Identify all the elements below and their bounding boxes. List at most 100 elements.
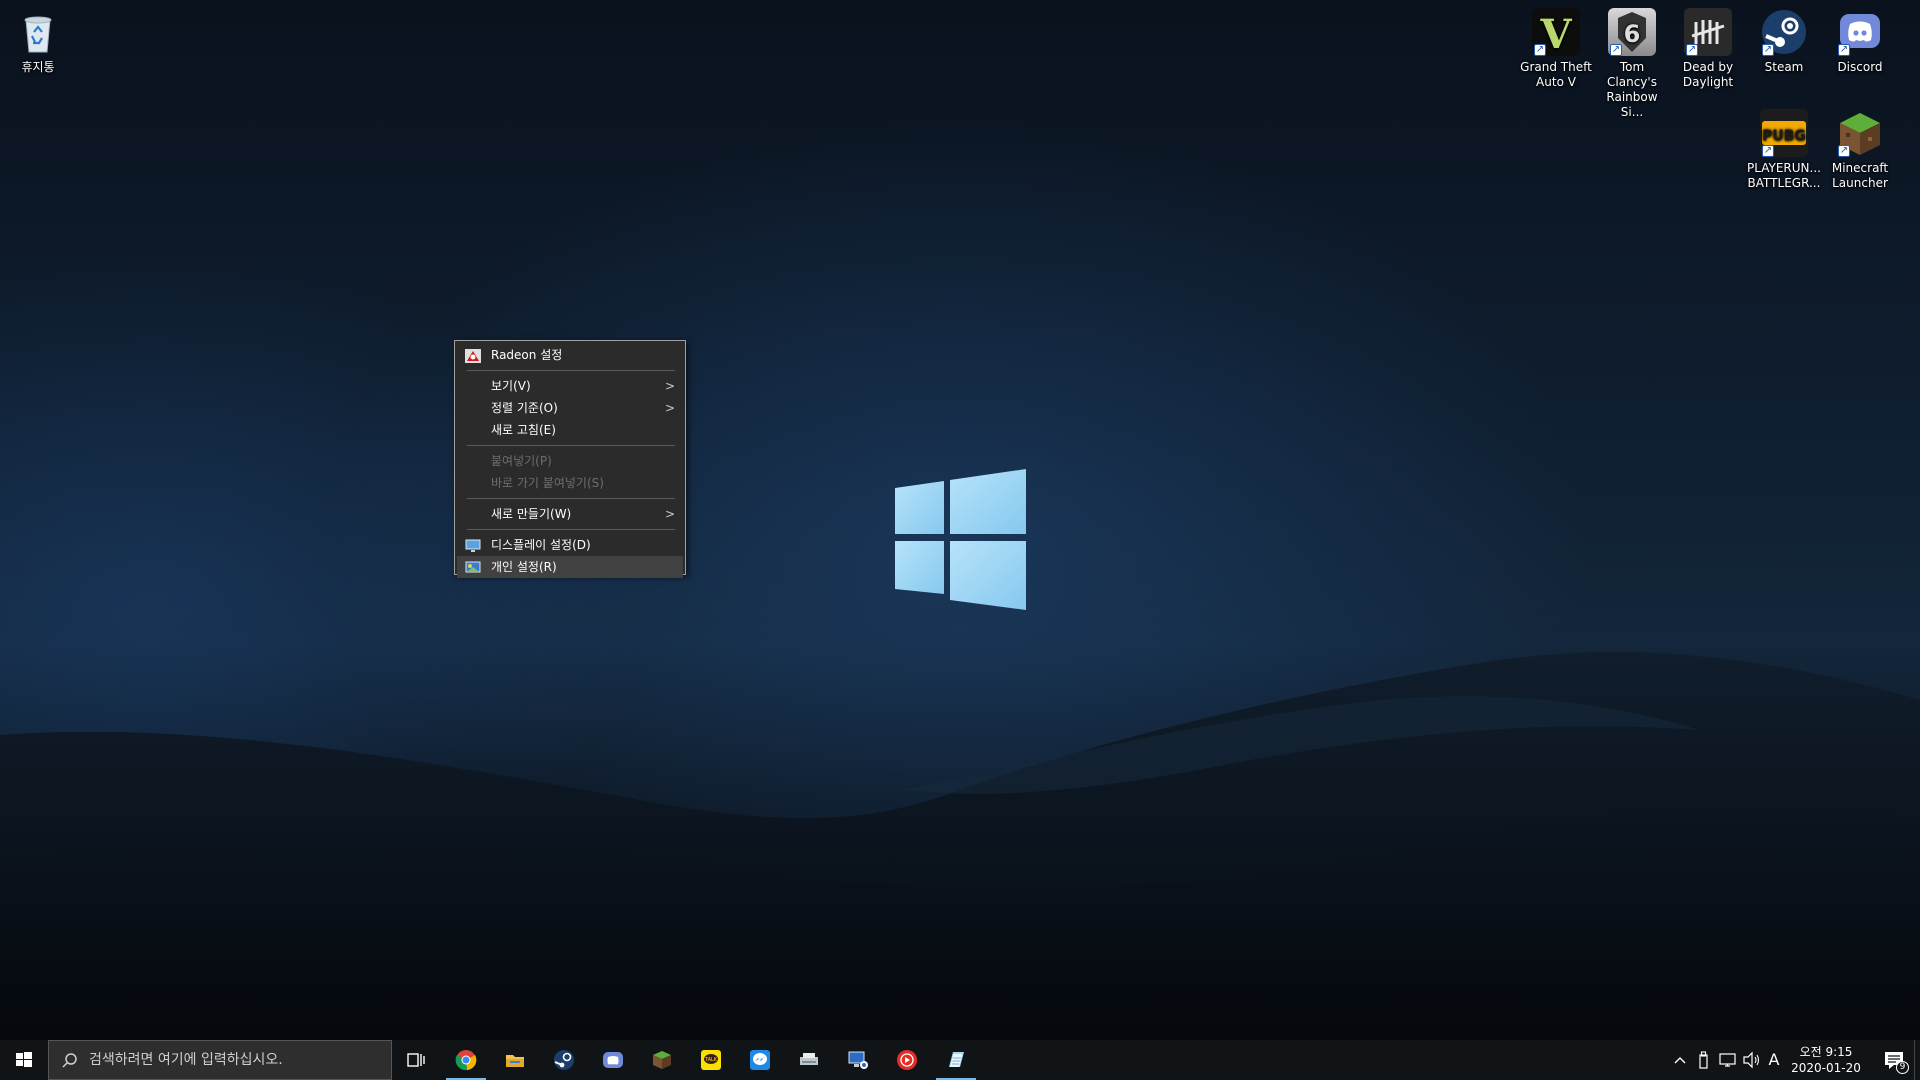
task-view-icon (407, 1053, 425, 1067)
taskbar-remote-desktop[interactable] (834, 1040, 882, 1080)
menu-item-label: 디스플레이 설정(D) (491, 538, 591, 552)
desktop-icon-discord[interactable]: ↗ Discord (1823, 8, 1897, 75)
show-desktop-button[interactable] (1914, 1040, 1920, 1080)
menu-item-sort-by[interactable]: 정렬 기준(O) > (457, 397, 683, 419)
desktop-icon-recycle-bin[interactable]: 휴지통 (1, 8, 75, 75)
menu-item-view[interactable]: 보기(V) > (457, 375, 683, 397)
taskbar-notepad[interactable] (932, 1040, 980, 1080)
taskbar-clock[interactable]: 오전 9:15 2020-01-20 (1778, 1044, 1874, 1076)
menu-separator (467, 370, 675, 371)
desktop-icon-label: Discord (1837, 60, 1883, 74)
menu-separator (467, 498, 675, 499)
network-icon (1719, 1053, 1736, 1067)
desktop-icon-steam[interactable]: ↗ Steam (1747, 8, 1821, 75)
desktop-icon-label: Dead by Daylight (1682, 60, 1734, 89)
shortcut-arrow-icon: ↗ (1838, 44, 1850, 56)
search-icon (62, 1053, 77, 1068)
desktop-icon-minecraft[interactable]: ↗ Minecraft Launcher (1823, 109, 1897, 191)
desktop-icon-label: Grand Theft Auto V (1520, 60, 1592, 89)
search-placeholder: 검색하려면 여기에 입력하십시오. (89, 1052, 283, 1068)
desktop-icon-label: 휴지통 (21, 60, 55, 74)
clock-time: 오전 9:15 (1799, 1045, 1853, 1059)
svg-text:TALK: TALK (704, 1057, 718, 1063)
tray-usb[interactable] (1692, 1040, 1716, 1080)
notification-icon (1885, 1052, 1903, 1069)
recycle-bin-icon (14, 8, 62, 56)
menu-item-label: Radeon 설정 (491, 348, 563, 362)
menu-separator (467, 529, 675, 530)
menu-item-label: 새로 고침(E) (491, 423, 556, 437)
shortcut-arrow-icon: ↗ (1762, 145, 1774, 157)
volume-icon (1743, 1051, 1760, 1069)
menu-item-display-settings[interactable]: 디스플레이 설정(D) (457, 534, 683, 556)
tray-network[interactable] (1716, 1040, 1740, 1080)
taskbar-chrome[interactable] (442, 1040, 490, 1080)
menu-item-paste-shortcut: 바로 가기 붙여넣기(S) (457, 472, 683, 494)
menu-item-paste: 붙여넣기(P) (457, 450, 683, 472)
menu-item-label: 개인 설정(R) (491, 560, 557, 574)
taskbar-youtube-music[interactable] (883, 1040, 931, 1080)
taskbar-minecraft[interactable] (638, 1040, 686, 1080)
shortcut-arrow-icon: ↗ (1762, 44, 1774, 56)
steam-icon (554, 1050, 574, 1070)
menu-item-refresh[interactable]: 새로 고침(E) (457, 419, 683, 441)
menu-item-label: 바로 가기 붙여넣기(S) (491, 476, 604, 490)
desktop-icon-rainbow-six[interactable]: 6 ↗ Tom Clancy's Rainbow Si... (1595, 8, 1669, 120)
tray-volume[interactable] (1740, 1040, 1764, 1080)
chevron-right-icon: > (664, 507, 675, 521)
remote-desktop-icon (848, 1051, 868, 1069)
discord-icon (603, 1052, 623, 1068)
clock-date: 2020-01-20 (1791, 1061, 1861, 1075)
desktop-icon-gta-v[interactable]: V ↗ Grand Theft Auto V (1519, 8, 1593, 90)
windows-logo (895, 469, 1026, 610)
svg-text:PUBG: PUBG (1762, 128, 1806, 144)
file-explorer-icon (506, 1055, 524, 1067)
chrome-icon (455, 1050, 477, 1071)
minecraft-icon (653, 1051, 671, 1069)
start-button[interactable] (0, 1040, 48, 1080)
radeon-icon (465, 348, 481, 363)
notepad-icon (949, 1052, 964, 1067)
taskbar-discord[interactable] (589, 1040, 637, 1080)
chevron-right-icon: > (664, 379, 675, 393)
dead-by-daylight-icon: ↗ (1684, 8, 1732, 56)
desktop-icon-label: Steam (1764, 60, 1804, 74)
menu-item-new[interactable]: 새로 만들기(W) > (457, 503, 683, 525)
steam-icon: ↗ (1760, 8, 1808, 56)
tray-show-hidden-icons[interactable] (1668, 1040, 1692, 1080)
scanner-icon (800, 1053, 818, 1065)
action-center-button[interactable]: 9 (1874, 1040, 1914, 1080)
taskbar-steam[interactable] (540, 1040, 588, 1080)
menu-item-label: 붙여넣기(P) (491, 454, 552, 468)
taskbar-search-box[interactable]: 검색하려면 여기에 입력하십시오. (48, 1040, 392, 1080)
menu-item-label: 정렬 기준(O) (491, 401, 558, 415)
taskbar-file-explorer[interactable] (491, 1040, 539, 1080)
menu-separator (467, 445, 675, 446)
shortcut-arrow-icon: ↗ (1686, 44, 1698, 56)
personalize-icon (465, 560, 481, 574)
desktop-wallpaper[interactable] (0, 0, 1920, 1040)
taskbar-kakaotalk[interactable]: TALK (687, 1040, 735, 1080)
youtube-music-icon (897, 1050, 917, 1070)
taskbar-messenger[interactable] (736, 1040, 784, 1080)
desktop-icon-label: PLAYERUN... BATTLEGR... (1747, 161, 1821, 190)
taskbar: 검색하려면 여기에 입력하십시오. TALK A 오전 9:15 2020-01… (0, 1040, 1920, 1080)
shortcut-arrow-icon: ↗ (1534, 44, 1546, 56)
shortcut-arrow-icon: ↗ (1838, 145, 1850, 157)
menu-item-personalize[interactable]: 개인 설정(R) (457, 556, 683, 578)
display-icon (465, 538, 481, 552)
wallpaper-art (0, 469, 1920, 1040)
messenger-icon (750, 1050, 770, 1070)
pubg-icon: PUBG ↗ (1760, 109, 1808, 157)
rainbow-six-icon: 6 ↗ (1608, 8, 1656, 56)
taskbar-task-view[interactable] (392, 1040, 440, 1080)
desktop-context-menu: Radeon 설정 보기(V) > 정렬 기준(O) > 새로 고침(E) 붙여… (454, 340, 686, 578)
desktop-icon-label: Tom Clancy's Rainbow Si... (1606, 60, 1658, 119)
taskbar-scanner[interactable] (785, 1040, 833, 1080)
gta-v-icon: V ↗ (1532, 8, 1580, 58)
chevron-up-icon (1674, 1057, 1686, 1064)
desktop-icon-dead-by-daylight[interactable]: ↗ Dead by Daylight (1671, 8, 1745, 90)
menu-item-radeon-settings[interactable]: Radeon 설정 (457, 344, 683, 366)
svg-text:6: 6 (1624, 20, 1641, 48)
desktop-icon-pubg[interactable]: PUBG ↗ PLAYERUN... BATTLEGR... (1747, 109, 1821, 191)
